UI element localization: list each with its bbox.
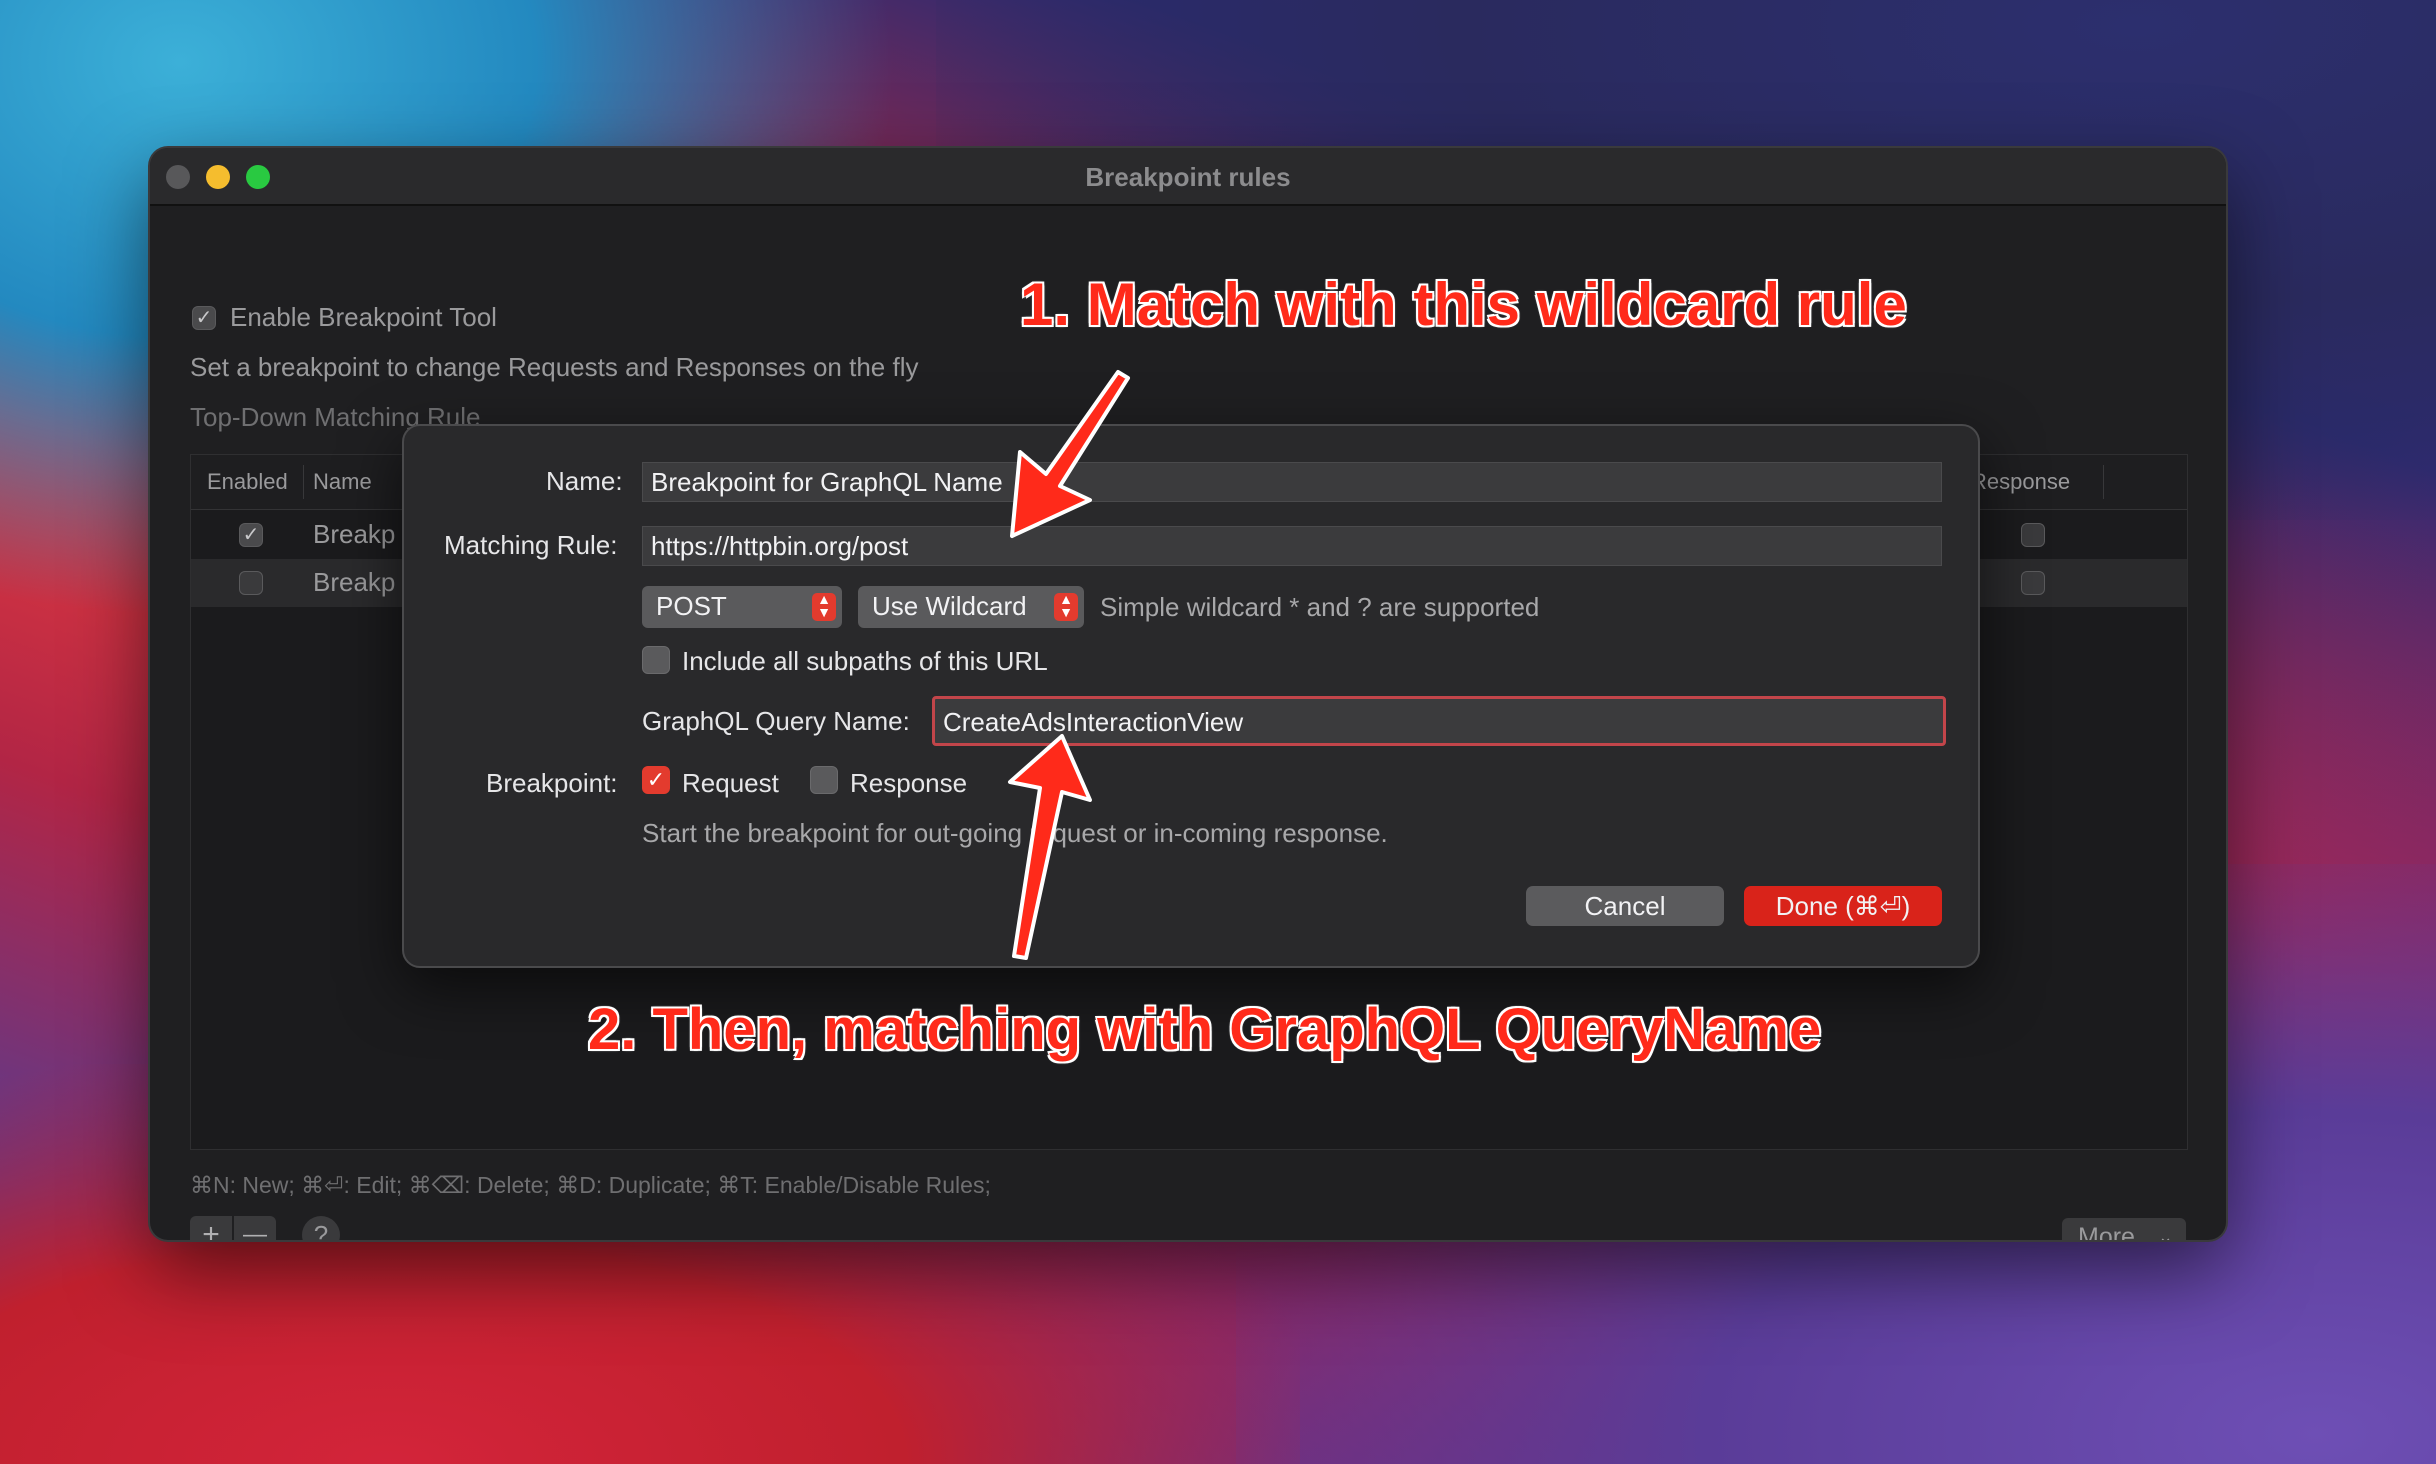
annotation-step-2: 2. Then, matching with GraphQL QueryName bbox=[588, 997, 1822, 1062]
response-checkbox[interactable] bbox=[810, 766, 838, 794]
graphql-query-name-label: GraphQL Query Name: bbox=[642, 706, 910, 736]
add-rule-button[interactable]: + bbox=[190, 1216, 232, 1240]
window-title: Breakpoint rules bbox=[1085, 162, 1291, 192]
help-button[interactable]: ? bbox=[302, 1216, 340, 1240]
include-subpaths-label: Include all subpaths of this URL bbox=[682, 646, 1048, 676]
column-separator bbox=[2103, 465, 2104, 499]
match-mode-popup[interactable]: Use Wildcard ▲ ▼ bbox=[858, 586, 1084, 628]
chevron-down-icon: ⌄ bbox=[2158, 1227, 2174, 1240]
graphql-query-name-field[interactable]: CreateAdsInteractionView bbox=[932, 696, 1946, 746]
keyboard-shortcuts-hint: ⌘N: New; ⌘⏎: Edit; ⌘⌫: Delete; ⌘D: Dupli… bbox=[190, 1172, 991, 1198]
breakpoint-hint: Start the breakpoint for out-going reque… bbox=[642, 818, 1388, 848]
row-response-checkbox[interactable] bbox=[2021, 571, 2045, 595]
updown-arrows-icon: ▲ ▼ bbox=[812, 592, 836, 621]
more-label: More bbox=[2078, 1223, 2135, 1240]
method-popup[interactable]: POST ▲ ▼ bbox=[642, 586, 842, 628]
done-button[interactable]: Done (⌘⏎) bbox=[1744, 886, 1942, 926]
match-mode-value: Use Wildcard bbox=[872, 591, 1027, 621]
annotation-step-1: 1. Match with this wildcard rule bbox=[1020, 271, 1907, 338]
column-header-name[interactable]: Name bbox=[313, 469, 372, 495]
response-label: Response bbox=[850, 768, 968, 798]
enable-breakpoint-label: Enable Breakpoint Tool bbox=[230, 302, 497, 332]
row-enabled-checkbox[interactable] bbox=[239, 571, 263, 595]
matching-rule-field[interactable]: https://httpbin.org/post bbox=[642, 526, 1942, 566]
breakpoint-description: Set a breakpoint to change Requests and … bbox=[190, 352, 919, 382]
name-label: Name: bbox=[546, 466, 623, 496]
row-enabled-checkbox[interactable]: ✓ bbox=[239, 523, 263, 547]
method-value: POST bbox=[656, 591, 727, 621]
cancel-button[interactable]: Cancel bbox=[1526, 886, 1724, 926]
column-header-response[interactable]: Response bbox=[1971, 469, 2070, 495]
column-header-enabled[interactable]: Enabled bbox=[207, 469, 288, 495]
column-separator bbox=[303, 465, 304, 499]
enable-breakpoint-checkbox[interactable]: ✓ bbox=[192, 306, 216, 330]
remove-rule-button[interactable]: — bbox=[234, 1216, 276, 1240]
wildcard-hint: Simple wildcard * and ? are supported bbox=[1100, 592, 1540, 622]
request-label: Request bbox=[682, 768, 779, 798]
row-response-checkbox[interactable] bbox=[2021, 523, 2045, 547]
row-name: Breakp bbox=[313, 567, 396, 597]
request-checkbox[interactable]: ✓ bbox=[642, 766, 670, 794]
include-subpaths-checkbox[interactable] bbox=[642, 646, 670, 674]
title-bar: Breakpoint rules bbox=[150, 148, 2226, 206]
row-name: Breakp bbox=[313, 519, 396, 549]
matching-rule-label: Matching Rule: bbox=[444, 530, 618, 560]
name-field[interactable]: Breakpoint for GraphQL Name bbox=[642, 462, 1942, 502]
updown-arrows-icon: ▲ ▼ bbox=[1054, 592, 1078, 621]
more-menu-button[interactable]: More ⌄ bbox=[2062, 1218, 2186, 1240]
breakpoint-label: Breakpoint: bbox=[486, 768, 618, 798]
edit-rule-sheet: Name: Breakpoint for GraphQL Name Matchi… bbox=[402, 424, 1980, 968]
